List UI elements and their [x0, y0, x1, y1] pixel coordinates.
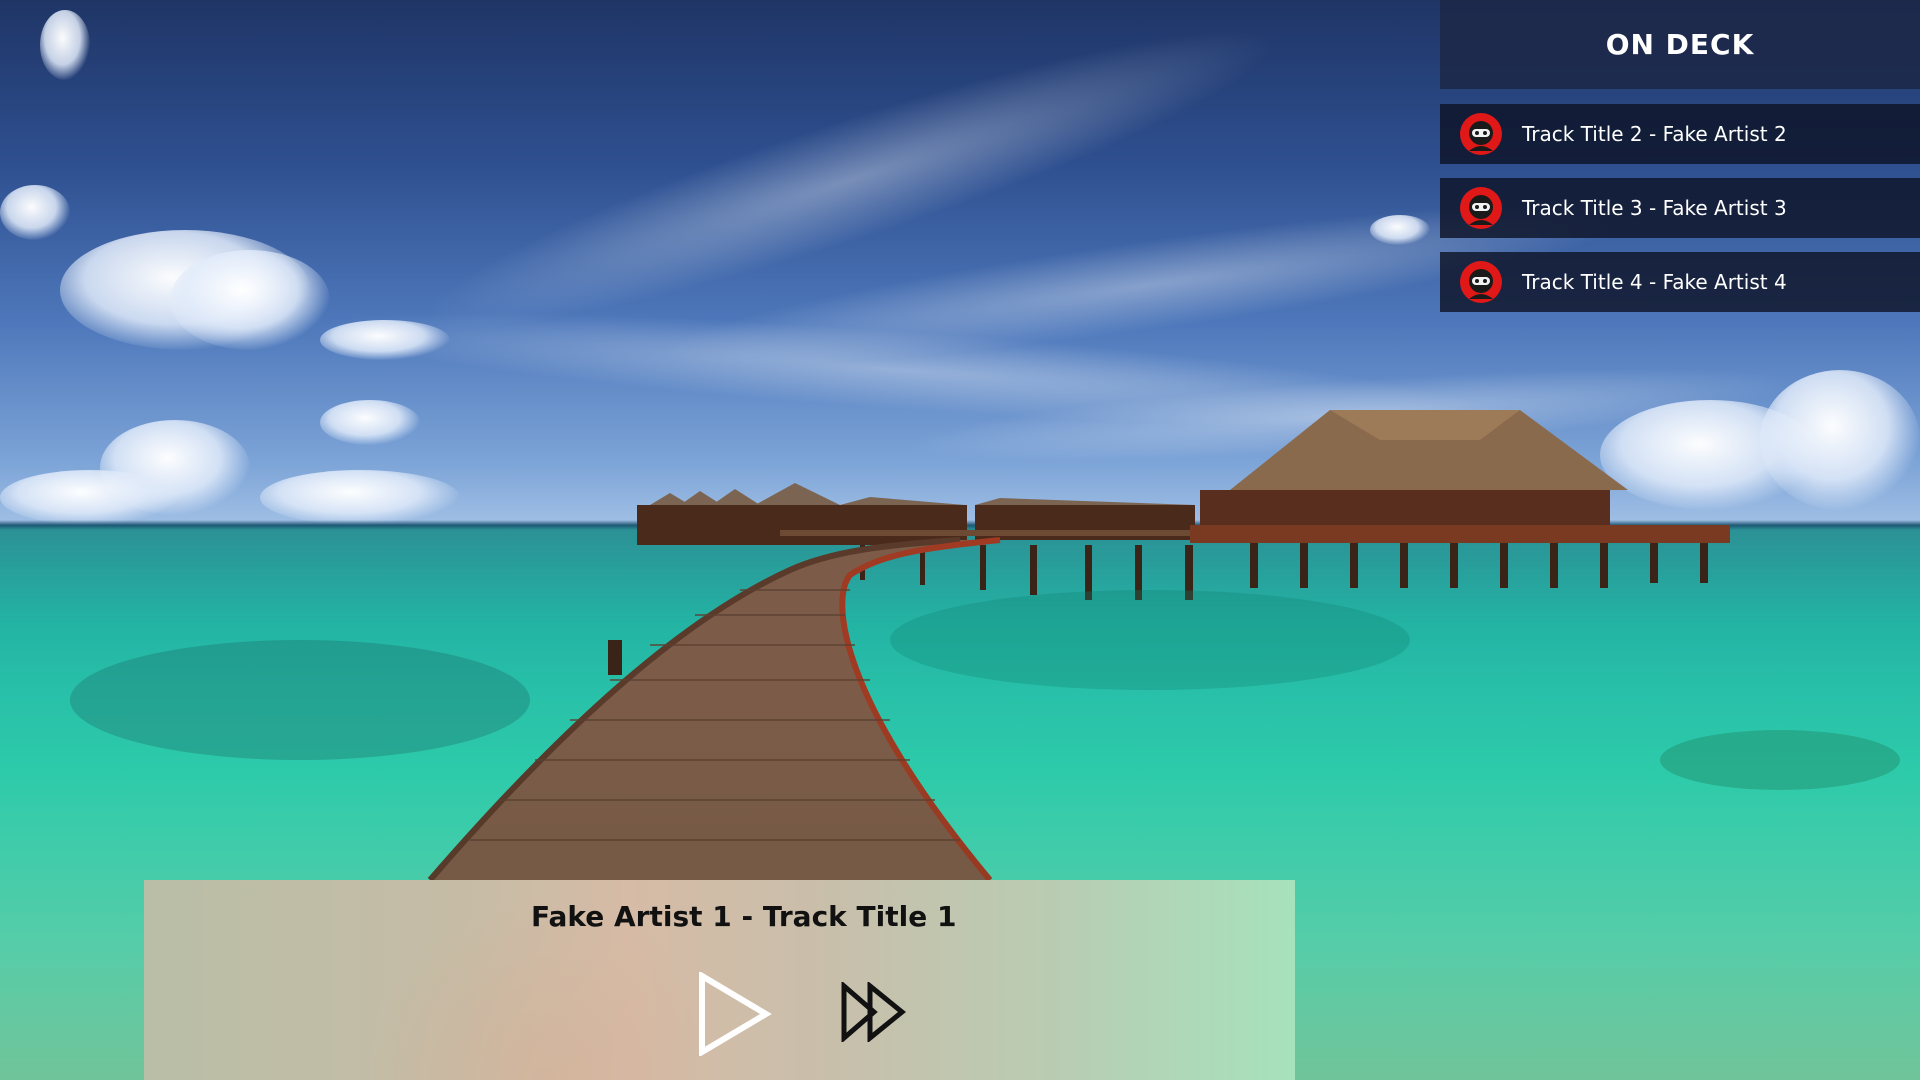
on-deck-title: ON DECK [1440, 0, 1920, 89]
player-bar: Fake Artist 1 - Track Title 1 [144, 880, 1295, 1080]
ninja-avatar-icon [1460, 261, 1502, 303]
deck-item-track-4[interactable]: Track Title 4 - Fake Artist 4 [1440, 252, 1920, 312]
play-button[interactable] [696, 970, 772, 1058]
deck-item-track-2[interactable]: Track Title 2 - Fake Artist 2 [1440, 104, 1920, 164]
app-root: ON DECK Track Title 2 - Fake Artist 2 Tr… [0, 0, 1920, 1080]
now-playing-title: Fake Artist 1 - Track Title 1 [531, 900, 957, 933]
on-deck-panel: ON DECK Track Title 2 - Fake Artist 2 Tr… [1440, 0, 1920, 312]
ninja-avatar-icon [1460, 187, 1502, 229]
deck-item-label: Track Title 3 - Fake Artist 3 [1522, 196, 1787, 220]
fast-forward-icon [841, 980, 906, 1044]
ninja-avatar-icon [1460, 113, 1502, 155]
play-icon [699, 970, 772, 1058]
deck-item-track-3[interactable]: Track Title 3 - Fake Artist 3 [1440, 178, 1920, 238]
fast-forward-button[interactable] [840, 980, 908, 1044]
deck-item-label: Track Title 4 - Fake Artist 4 [1522, 270, 1787, 294]
deck-item-label: Track Title 2 - Fake Artist 2 [1522, 122, 1787, 146]
